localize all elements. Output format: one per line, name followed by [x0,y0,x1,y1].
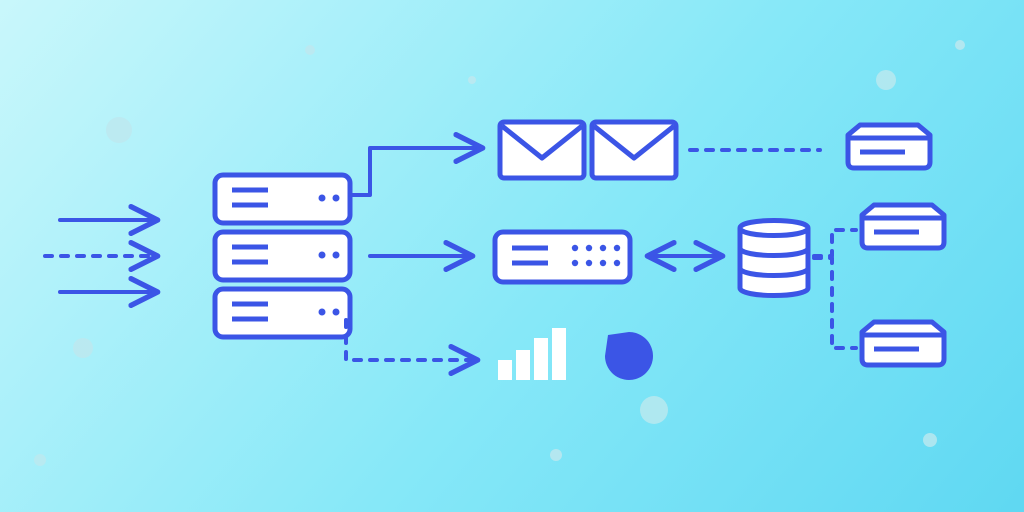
storage-drive-icon [862,205,944,248]
ingress-arrows [45,220,155,292]
architecture-diagram [0,0,1024,512]
envelope-icon [592,122,676,178]
server-unit-icon [215,232,350,280]
application-server-icon [495,232,630,282]
server-stack-icon [215,175,350,337]
server-unit-icon [215,289,350,337]
bar-chart-icon [498,328,566,380]
storage-drive-icon [848,125,930,168]
connector-dashed-elbow-icon [814,258,856,348]
connector-dashed-elbow-icon [814,230,856,256]
storage-drive-icon [862,322,944,365]
arrow-elbow-down-right-dashed-icon [346,320,475,360]
server-unit-icon [215,175,350,223]
database-icon [740,221,808,296]
envelope-icon [500,122,584,178]
pie-chart-icon [605,332,653,380]
arrow-elbow-up-right-icon [350,148,480,195]
